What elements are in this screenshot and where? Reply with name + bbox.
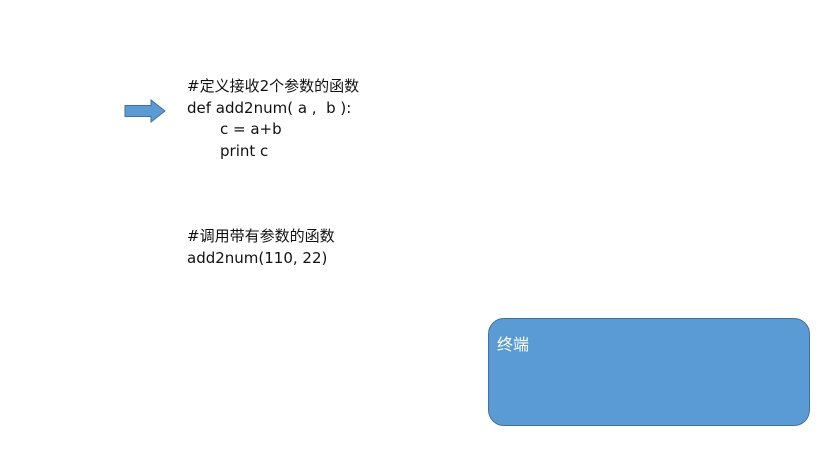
slide: #定义接收2个参数的函数 def add2num( a , b ): c = a… (0, 0, 840, 455)
pointer-arrow-shape (124, 99, 166, 123)
definition-comment: #定义接收2个参数的函数 (187, 77, 360, 95)
terminal-box: 终端 (488, 318, 810, 426)
call-statement: add2num(110, 22) (187, 248, 328, 267)
function-definition-block: #定义接收2个参数的函数 def add2num( a , b ): c = a… (187, 76, 359, 162)
function-body-line: c = a+b (220, 120, 282, 138)
function-signature: def add2num( a , b ): (187, 98, 352, 117)
function-body-line: print c (220, 141, 269, 160)
terminal-label: 终端 (497, 335, 530, 354)
pointer-arrow-icon (124, 99, 166, 123)
call-comment: #调用带有参数的函数 (187, 227, 335, 245)
function-call-block: #调用带有参数的函数 add2num(110, 22) (187, 226, 335, 269)
